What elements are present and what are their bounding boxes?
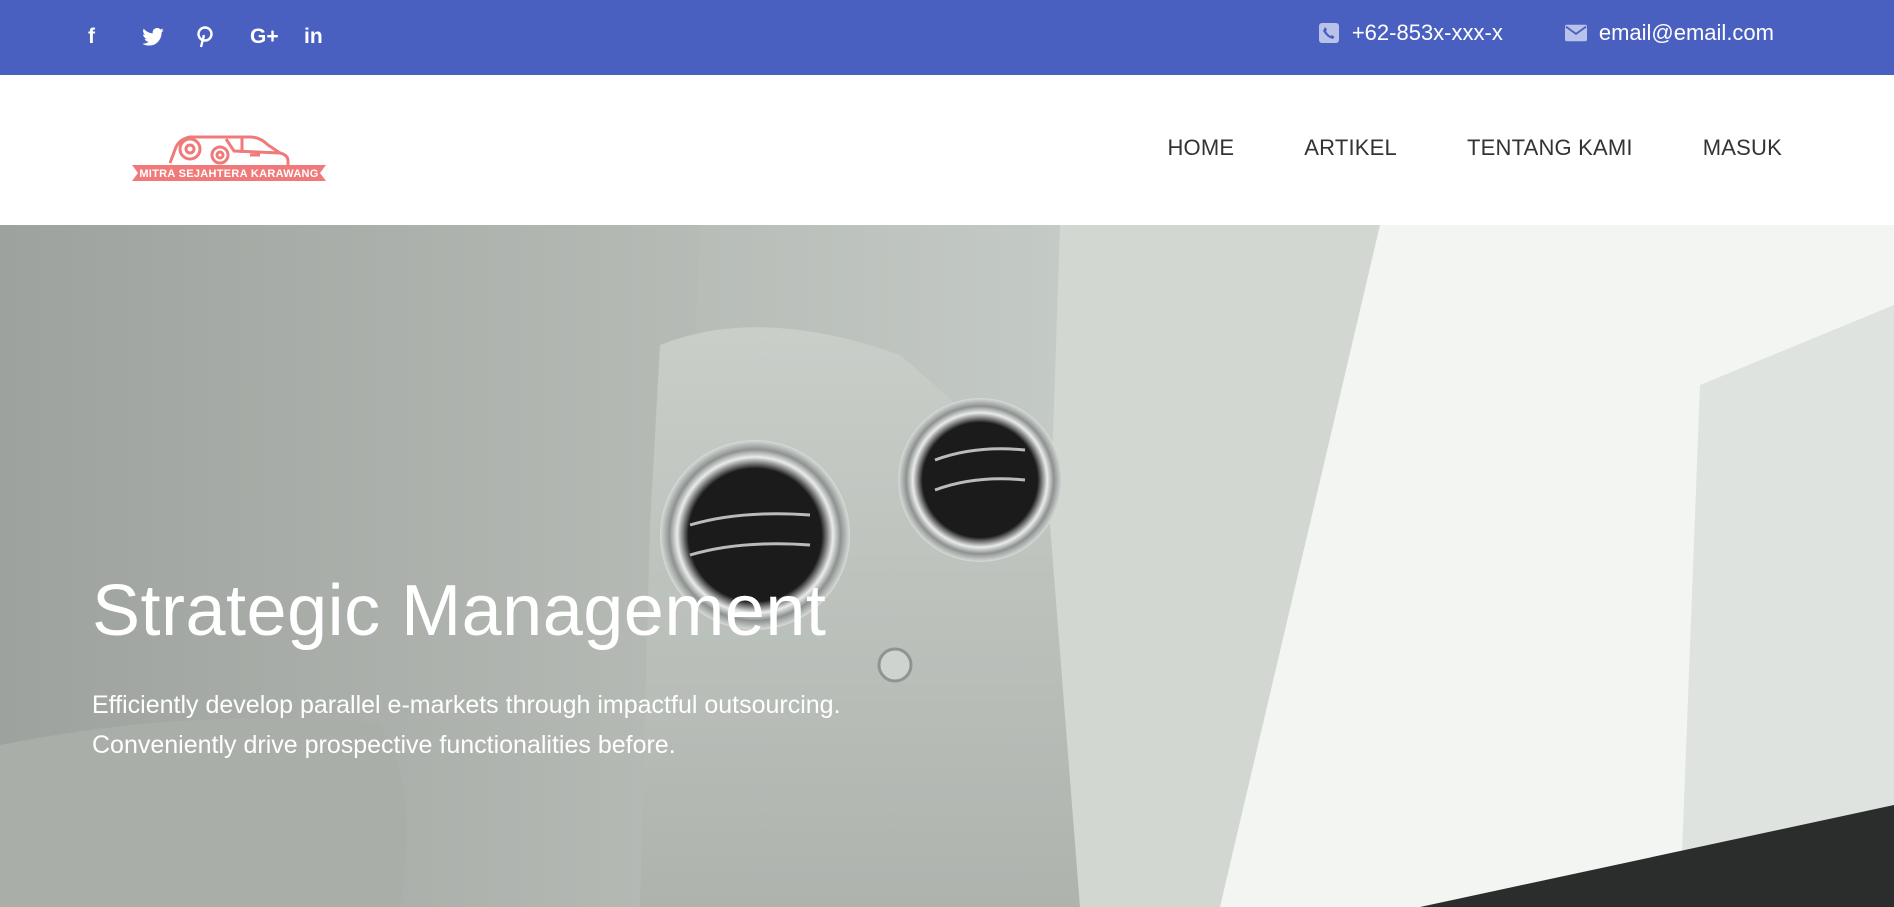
linkedin-icon[interactable]: in [304, 22, 358, 52]
hero-subtitle: Efficiently develop parallel e-markets t… [92, 685, 912, 765]
contact-info: +62-853x-xxx-x email@email.com [1318, 20, 1774, 46]
hero-banner: Strategic Management Efficiently develop… [0, 225, 1894, 907]
twitter-icon[interactable] [142, 22, 196, 52]
envelope-icon [1564, 22, 1587, 44]
email-address[interactable]: email@email.com [1599, 20, 1774, 46]
hero-title: Strategic Management [92, 571, 827, 651]
main-header: MITRA SEJAHTERA KARAWANG HOME ARTIKEL TE… [0, 75, 1894, 225]
hero-subtitle-line-1: Efficiently develop parallel e-markets t… [92, 691, 841, 719]
nav-home[interactable]: HOME [1167, 135, 1234, 161]
phone-contact: +62-853x-xxx-x [1318, 20, 1503, 46]
pinterest-icon[interactable] [196, 22, 250, 52]
nav-tentang-kami[interactable]: TENTANG KAMI [1467, 135, 1633, 161]
hero-subtitle-line-2: Conveniently drive prospective functiona… [92, 731, 676, 759]
top-bar: f G+ in +62-853x-xxx-x email@email.com [0, 0, 1894, 75]
site-logo[interactable]: MITRA SEJAHTERA KARAWANG [130, 127, 330, 189]
email-contact: email@email.com [1564, 20, 1774, 46]
phone-icon [1318, 22, 1340, 44]
social-links: f G+ in [88, 22, 358, 52]
facebook-icon[interactable]: f [88, 22, 142, 52]
car-interior-image [0, 225, 1894, 907]
phone-number[interactable]: +62-853x-xxx-x [1352, 20, 1503, 46]
google-plus-icon[interactable]: G+ [250, 22, 304, 52]
logo-text: MITRA SEJAHTERA KARAWANG [139, 168, 318, 180]
nav-masuk[interactable]: MASUK [1703, 135, 1782, 161]
main-nav: HOME ARTIKEL TENTANG KAMI MASUK [1167, 135, 1782, 161]
nav-artikel[interactable]: ARTIKEL [1304, 135, 1397, 161]
